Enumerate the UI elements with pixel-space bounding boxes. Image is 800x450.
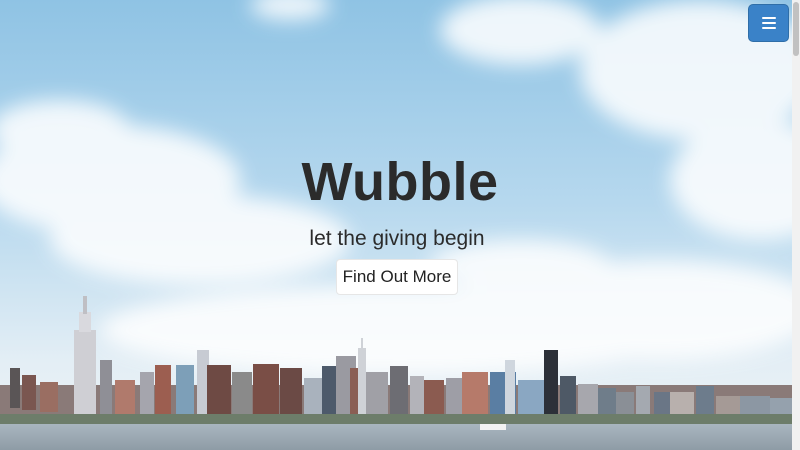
hamburger-menu-icon [761, 17, 776, 29]
find-out-more-button[interactable]: Find Out More [336, 259, 458, 295]
page-scrollbar[interactable] [792, 0, 800, 450]
hero-subtitle: let the giving begin [309, 227, 485, 250]
page: Wubble let the giving begin Find Out Mor… [0, 0, 800, 450]
menu-toggle-button[interactable] [748, 4, 789, 42]
hero-title: Wubble [301, 152, 499, 212]
hero-background-image [0, 0, 800, 450]
scrollbar-thumb[interactable] [793, 2, 799, 56]
